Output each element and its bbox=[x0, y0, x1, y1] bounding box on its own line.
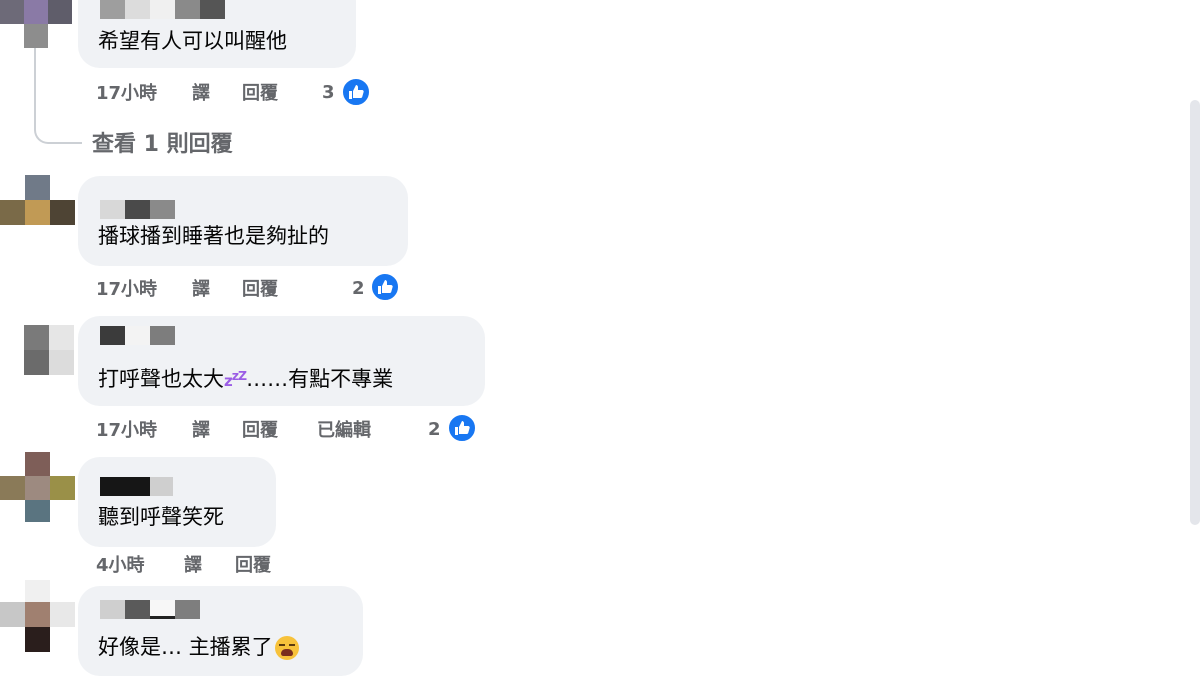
like-thumb-icon[interactable] bbox=[341, 77, 371, 107]
like-count[interactable]: 2 bbox=[428, 419, 441, 440]
reply-link[interactable]: 回覆 bbox=[242, 416, 278, 442]
translate-link[interactable]: 譯 bbox=[192, 416, 210, 442]
comment-text: 希望有人可以叫醒他 bbox=[98, 29, 287, 53]
avatar[interactable] bbox=[8, 325, 80, 385]
reply-thread-line bbox=[34, 48, 82, 144]
translate-link[interactable]: 譯 bbox=[192, 275, 210, 301]
avatar[interactable] bbox=[0, 452, 75, 524]
commenter-name[interactable] bbox=[100, 200, 175, 219]
like-count[interactable]: 3 bbox=[322, 82, 335, 103]
like-thumb-icon[interactable] bbox=[447, 413, 477, 443]
commenter-name[interactable] bbox=[100, 600, 200, 619]
translate-link[interactable]: 譯 bbox=[184, 551, 202, 577]
comment-text: 打呼聲也太大zzZ……有點不專業 bbox=[98, 367, 394, 391]
comment-actions: 17小時 譯 回覆 2 bbox=[96, 275, 386, 301]
comment-text: 播球播到睡著也是夠扯的 bbox=[98, 224, 329, 248]
comment-actions: 4小時 譯 回覆 bbox=[96, 552, 316, 576]
commenter-name[interactable] bbox=[100, 477, 173, 496]
avatar[interactable] bbox=[0, 175, 75, 235]
comment-text: 好像是… 主播累了 bbox=[98, 634, 299, 660]
reply-link[interactable]: 回覆 bbox=[242, 275, 278, 301]
edited-label: 已編輯 bbox=[317, 420, 371, 441]
reply-link[interactable]: 回覆 bbox=[242, 79, 278, 105]
avatar[interactable] bbox=[0, 580, 75, 652]
comment-bubble bbox=[78, 176, 408, 266]
weary-face-emoji bbox=[274, 636, 299, 660]
zzz-emoji: zzZ bbox=[224, 368, 247, 390]
comment-timestamp[interactable]: 4小時 bbox=[96, 551, 145, 577]
comment-bubble bbox=[78, 457, 276, 547]
comment-timestamp[interactable]: 17小時 bbox=[96, 416, 157, 442]
comment-text: 聽到呼聲笑死 bbox=[98, 505, 224, 529]
like-thumb-icon[interactable] bbox=[370, 272, 400, 302]
comment-timestamp[interactable]: 17小時 bbox=[96, 275, 157, 301]
comment-timestamp[interactable]: 17小時 bbox=[96, 79, 157, 105]
reply-link[interactable]: 回覆 bbox=[235, 551, 271, 577]
commenter-name[interactable] bbox=[100, 326, 175, 345]
comment-actions: 17小時 譯 回覆 已編輯 2 bbox=[96, 416, 456, 442]
like-count[interactable]: 2 bbox=[352, 278, 365, 299]
translate-link[interactable]: 譯 bbox=[192, 79, 210, 105]
scrollbar[interactable] bbox=[1190, 100, 1200, 525]
view-replies-link[interactable]: 查看 1 則回覆 bbox=[92, 126, 233, 158]
commenter-name[interactable] bbox=[100, 0, 225, 19]
avatar[interactable] bbox=[0, 0, 72, 50]
